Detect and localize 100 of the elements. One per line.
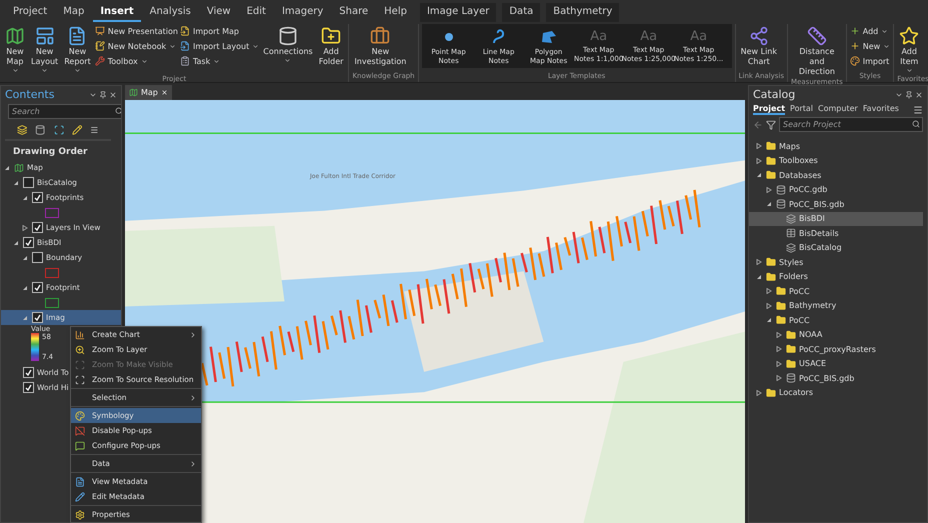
ribbon-tab[interactable]: Insert	[93, 3, 141, 22]
expand-arrow-icon[interactable]	[755, 143, 763, 150]
close-icon[interactable]	[915, 90, 923, 98]
pin-icon[interactable]	[905, 90, 913, 98]
expand-arrow-icon[interactable]	[21, 224, 29, 230]
ribbon-tab[interactable]: Project	[6, 3, 54, 22]
close-icon[interactable]	[109, 90, 117, 98]
menu-icon[interactable]	[913, 104, 923, 114]
ribbon-button[interactable]: Import Map	[180, 24, 260, 38]
catalog-item[interactable]: PoCC_proxyRasters	[799, 344, 876, 354]
more-icon[interactable]	[90, 125, 99, 135]
ribbon-tab[interactable]: Data	[502, 3, 540, 22]
catalog-item[interactable]: Styles	[779, 258, 804, 267]
ribbon-tab[interactable]: Edit	[240, 3, 273, 22]
collapse-arrow-icon[interactable]	[765, 201, 773, 208]
collapse-arrow-icon[interactable]	[3, 164, 11, 170]
search-icon[interactable]	[115, 107, 121, 115]
map-tab[interactable]: Map	[125, 85, 172, 100]
collapse-arrow-icon[interactable]	[12, 180, 20, 186]
ribbon-button[interactable]: Connections	[261, 24, 315, 65]
checkbox[interactable]	[32, 252, 43, 263]
ribbon-button[interactable]: New Report	[62, 24, 93, 75]
catalog-item[interactable]: BisBDI	[799, 214, 825, 224]
layers-icon[interactable]	[17, 124, 28, 136]
pencil-icon[interactable]	[72, 124, 82, 136]
catalog-item[interactable]: BisCatalog	[799, 243, 842, 252]
ribbon-tab[interactable]: Map	[56, 3, 92, 22]
catalog-item[interactable]: BisDetails	[799, 228, 839, 238]
ribbon-button[interactable]: New Notebook	[94, 39, 178, 53]
checkbox[interactable]	[32, 282, 43, 293]
ribbon-tab[interactable]: Imagery	[274, 3, 330, 22]
ribbon-tab[interactable]: Analysis	[142, 3, 198, 22]
ribbon-button[interactable]: New Investigation	[352, 24, 408, 68]
ribbon-tab[interactable]: Help	[377, 3, 414, 22]
expand-arrow-icon[interactable]	[755, 390, 763, 396]
catalog-item[interactable]: PoCC_BIS.gdb	[789, 200, 844, 209]
ribbon-button[interactable]: Toolbox	[94, 54, 178, 68]
collapse-arrow-icon[interactable]	[755, 274, 763, 280]
search-field[interactable]: Search Project	[779, 117, 923, 132]
catalog-item[interactable]: Toolboxes	[779, 156, 818, 166]
ribbon-button[interactable]: Add Folder	[316, 24, 346, 68]
square-icon[interactable]	[54, 124, 64, 136]
collapse-arrow-icon[interactable]	[21, 314, 29, 320]
catalog-item[interactable]: Bathymetry	[789, 301, 836, 310]
pin-icon[interactable]	[99, 90, 107, 98]
catalog-item[interactable]: Locators	[779, 388, 813, 398]
checkbox[interactable]	[23, 382, 34, 393]
catalog-tab[interactable]: Project	[753, 104, 786, 115]
ribbon-button[interactable]: New Presentation	[94, 24, 178, 38]
ribbon-button[interactable]: Distance and Direction	[791, 24, 843, 78]
collapse-arrow-icon[interactable]	[755, 172, 763, 178]
catalog-item[interactable]: Folders	[779, 272, 808, 282]
ribbon-button[interactable]: Add	[850, 24, 890, 38]
catalog-tab[interactable]: Portal	[790, 104, 814, 115]
collapse-arrow-icon[interactable]	[21, 194, 29, 200]
expand-arrow-icon[interactable]	[765, 288, 773, 294]
filter-icon[interactable]	[766, 120, 776, 130]
ribbon-button[interactable]: Add Item	[897, 24, 922, 75]
expand-arrow-icon[interactable]	[755, 158, 763, 164]
ribbon-button[interactable]: New	[850, 39, 890, 53]
ribbon-tab[interactable]: Bathymetry	[546, 3, 620, 22]
ribbon-tab[interactable]: View	[200, 3, 238, 22]
catalog-item[interactable]: PoCC.gdb	[789, 185, 828, 194]
ribbon-tab[interactable]: Share	[332, 3, 376, 22]
catalog-tab[interactable]: Computer	[818, 104, 858, 115]
checkbox[interactable]	[32, 312, 43, 323]
expand-arrow-icon[interactable]	[765, 186, 773, 193]
ribbon-button[interactable]: Import	[850, 54, 890, 68]
catalog-item[interactable]: Maps	[779, 142, 800, 151]
catalog-item[interactable]: PoCC	[789, 316, 810, 325]
ribbon-tab[interactable]: Image Layer	[420, 3, 496, 22]
expand-arrow-icon[interactable]	[765, 302, 773, 309]
checkbox[interactable]	[32, 192, 43, 203]
ribbon-button[interactable]: New Link Chart	[738, 24, 779, 68]
checkbox[interactable]	[32, 222, 43, 233]
catalog-item[interactable]: PoCC	[789, 286, 810, 296]
selected-row[interactable]: BisBDI	[749, 212, 923, 226]
ribbon-button[interactable]: New Layout	[29, 24, 60, 75]
catalog-item[interactable]: USACE	[799, 359, 826, 368]
catalog-tab[interactable]: Favorites	[862, 104, 899, 115]
expand-arrow-icon[interactable]	[775, 346, 783, 352]
search-icon[interactable]	[912, 120, 920, 128]
collapse-arrow-icon[interactable]	[12, 240, 20, 246]
catalog-item[interactable]: NOAA	[799, 330, 822, 340]
cylinder-icon[interactable]	[35, 124, 46, 136]
expand-arrow-icon[interactable]	[775, 332, 783, 338]
checkbox[interactable]	[23, 177, 34, 188]
collapse-arrow-icon[interactable]	[21, 284, 29, 290]
collapse-arrow-icon[interactable]	[765, 317, 773, 324]
checkbox[interactable]	[23, 367, 34, 378]
expand-arrow-icon[interactable]	[755, 259, 763, 266]
collapse-arrow-icon[interactable]	[21, 254, 29, 260]
catalog-item[interactable]: Databases	[779, 170, 822, 180]
search-field[interactable]: Search	[8, 104, 121, 119]
ribbon-button[interactable]: Task	[180, 54, 260, 68]
ribbon-button[interactable]: Import Layout	[180, 39, 260, 53]
expand-arrow-icon[interactable]	[775, 375, 783, 382]
expand-arrow-icon[interactable]	[775, 360, 783, 367]
back-icon[interactable]	[753, 120, 763, 130]
catalog-item[interactable]: PoCC_BIS.gdb	[799, 374, 854, 383]
